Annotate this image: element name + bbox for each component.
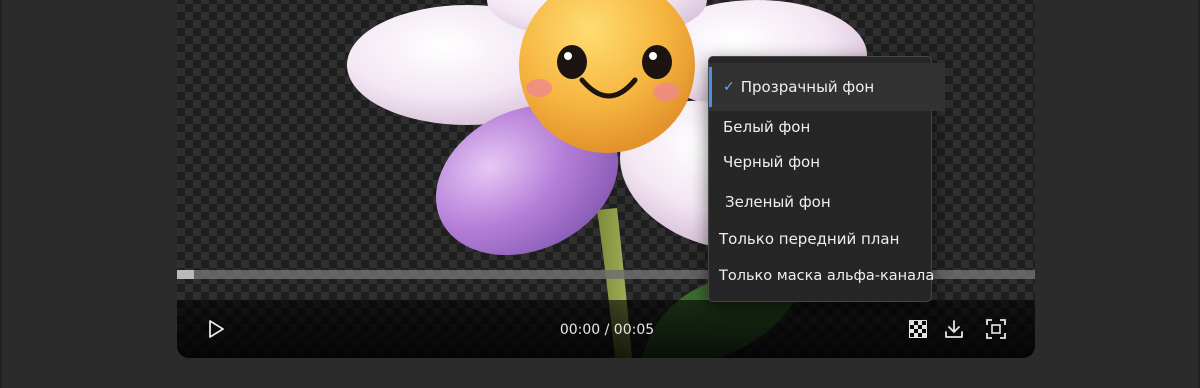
download-icon: [945, 320, 963, 338]
menu-item-foreground-only[interactable]: Только передний план: [709, 222, 941, 256]
menu-item-label: Зеленый фон: [725, 193, 831, 211]
menu-item-transparent-bg[interactable]: ✓ Прозрачный фон: [709, 63, 945, 111]
menu-item-label: Черный фон: [723, 153, 821, 171]
menu-item-label: Только маска альфа-канала: [719, 268, 935, 284]
menu-item-alpha-mask-only[interactable]: Только маска альфа-канала: [709, 259, 941, 293]
menu-item-white-bg[interactable]: Белый фон: [709, 110, 945, 144]
right-eye: [642, 45, 672, 79]
download-button[interactable]: [939, 314, 969, 344]
play-button[interactable]: [201, 314, 231, 344]
fullscreen-icon: [986, 319, 1006, 339]
menu-item-green-bg[interactable]: Зеленый фон: [709, 185, 947, 219]
background-toggle-button[interactable]: [903, 314, 933, 344]
menu-item-black-bg[interactable]: Черный фон: [709, 145, 945, 179]
left-cheek: [526, 79, 552, 97]
menu-item-label: Прозрачный фон: [740, 78, 875, 96]
play-icon: [209, 320, 224, 338]
menu-item-label: Белый фон: [723, 118, 811, 136]
left-panel-divider: [0, 0, 2, 388]
fullscreen-button[interactable]: [981, 314, 1011, 344]
right-cheek: [653, 83, 679, 101]
checkmark-icon: ✓: [723, 79, 735, 95]
background-menu: ✓ Прозрачный фон Белый фон Черный фон Зе…: [708, 56, 945, 302]
progress-bar-fill: [177, 270, 195, 279]
checkerboard-icon: [909, 320, 927, 338]
time-display: 00:00 / 00:05: [559, 322, 655, 338]
left-eye: [557, 45, 587, 79]
menu-item-label: Только передний план: [719, 230, 900, 248]
